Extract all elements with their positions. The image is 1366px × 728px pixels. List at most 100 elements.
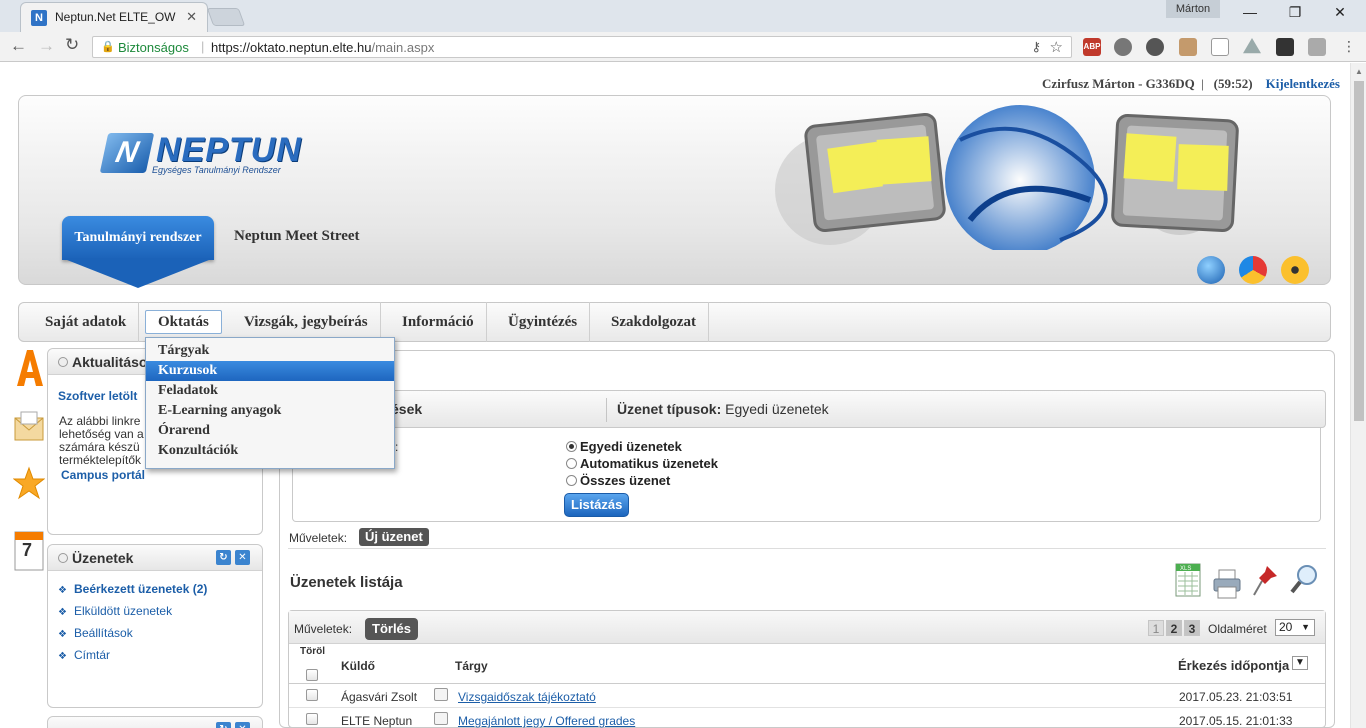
- page-3[interactable]: 3: [1184, 620, 1200, 636]
- chevron-down-icon: ▼: [1301, 622, 1310, 632]
- row-checkbox[interactable]: [306, 689, 318, 701]
- color-theme-icon[interactable]: [1239, 256, 1267, 284]
- campus-portal-link[interactable]: Campus portál: [61, 468, 145, 482]
- url-text: https://oktato.neptun.elte.hu/main.aspx: [211, 40, 435, 55]
- col-sender-header[interactable]: Küldő: [341, 659, 375, 673]
- col-received-header[interactable]: Érkezés időpontja: [1178, 658, 1289, 673]
- list-button[interactable]: Listázás: [564, 493, 629, 517]
- settings-link[interactable]: ❖ Beállítások: [58, 626, 133, 640]
- row-checkbox[interactable]: [306, 713, 318, 725]
- page-1[interactable]: 1: [1148, 620, 1164, 636]
- column-sort-icon[interactable]: ▼: [1292, 656, 1308, 670]
- message-icon: [434, 712, 448, 725]
- messages-panel-title: Üzenetek: [72, 550, 134, 566]
- calendar-icon[interactable]: 7: [13, 528, 45, 571]
- document-extension-icon[interactable]: [1211, 38, 1229, 56]
- filter-divider: [606, 398, 607, 422]
- menu-item-sajat-adatok[interactable]: Saját adatok: [33, 302, 140, 342]
- col-subject-header[interactable]: Tárgy: [455, 659, 488, 673]
- menu-item-vizsgak[interactable]: Vizsgák, jegybeírás: [232, 302, 381, 342]
- inbox-link[interactable]: ❖ Beérkezett üzenetek (2): [58, 582, 207, 596]
- page-size-select[interactable]: 20 ▼: [1275, 619, 1315, 636]
- puzzle-extension-icon[interactable]: [1308, 38, 1326, 56]
- directory-link[interactable]: ❖ Címtár: [58, 648, 110, 662]
- delete-button[interactable]: Törlés: [365, 618, 419, 640]
- dropdown-item-feladatok[interactable]: Feladatok: [146, 381, 394, 401]
- dropdown-item-orarend[interactable]: Órarend: [146, 421, 394, 441]
- print-icon[interactable]: [1212, 562, 1242, 600]
- chrome-menu-icon[interactable]: ⋮: [1342, 38, 1356, 55]
- menu-item-informacio[interactable]: Információ: [390, 302, 487, 342]
- user-info-line: Czirfusz Márton - G336DQ | (59:52) Kijel…: [1042, 76, 1340, 92]
- row-received: 2017.05.23. 21:03:51: [1179, 690, 1293, 704]
- favorites-star-icon[interactable]: [12, 466, 46, 502]
- software-download-link[interactable]: Szoftver letölt: [58, 389, 137, 403]
- list-actions-label: Műveletek:: [294, 622, 353, 636]
- search-magnifier-icon[interactable]: [1290, 562, 1320, 600]
- refresh-icon[interactable]: ↻: [216, 550, 231, 565]
- radio-checked-icon: [566, 441, 577, 452]
- browser-tab[interactable]: N Neptun.Net ELTE_OW ✕: [20, 2, 208, 32]
- pin-icon[interactable]: [1251, 562, 1281, 600]
- panel-close-icon[interactable]: ✕: [235, 550, 250, 565]
- excel-export-icon[interactable]: XLS: [1174, 562, 1204, 600]
- envelope-icon[interactable]: [13, 408, 45, 444]
- dropdown-item-kurzusok[interactable]: Kurzusok: [146, 361, 394, 381]
- bookmark-star-icon[interactable]: ☆: [1050, 38, 1063, 56]
- new-message-button[interactable]: Új üzenet: [359, 528, 429, 546]
- menu-item-ugyintezes[interactable]: Ügyintézés: [496, 302, 591, 342]
- refresh-icon[interactable]: ↻: [216, 722, 231, 728]
- dropdown-item-elearning[interactable]: E-Learning anyagok: [146, 401, 394, 421]
- page-scrollbar[interactable]: ▲: [1350, 63, 1366, 728]
- diamond-bullet-icon: ❖: [58, 607, 67, 618]
- filter-header[interactable]: zűrések Üzenet típusok: Egyedi üzenetek: [292, 390, 1326, 428]
- message-icon: [434, 688, 448, 701]
- reload-icon[interactable]: ↻: [65, 35, 79, 55]
- row-subject-link[interactable]: Vizsgaidőszak tájékoztató: [458, 690, 596, 704]
- lock-icon: 🔒: [101, 41, 115, 53]
- accessibility-icon[interactable]: [1281, 256, 1309, 284]
- key-icon[interactable]: ⚷: [1031, 39, 1041, 55]
- panel-close-icon[interactable]: ✕: [235, 722, 250, 728]
- address-bar[interactable]: 🔒 Biztonságos | https://oktato.neptun.el…: [92, 36, 1072, 58]
- dropdown-item-targyak[interactable]: Tárgyak: [146, 341, 394, 361]
- sync-extension-icon[interactable]: [1146, 38, 1164, 56]
- page-2[interactable]: 2: [1166, 620, 1182, 636]
- news-a-icon[interactable]: [13, 348, 45, 386]
- window-close-icon[interactable]: ✕: [1328, 4, 1352, 21]
- radio-automatikus[interactable]: Automatikus üzenetek: [566, 456, 718, 471]
- radio-unchecked-icon: [566, 475, 577, 486]
- messages-panel-header: Üzenetek ↻ ✕: [48, 545, 262, 571]
- globe-icon[interactable]: [1197, 256, 1225, 284]
- forward-icon[interactable]: →: [38, 36, 55, 56]
- security-label: Biztonságos: [118, 40, 189, 55]
- messages-panel: Üzenetek ↻ ✕ ❖ Beérkezett üzenetek (2) ❖ E…: [47, 544, 263, 708]
- row-sender: Ágasvári Zsolt: [341, 690, 418, 704]
- menu-item-szakdolgozat[interactable]: Szakdolgozat: [599, 302, 710, 342]
- panel-bullet-icon: [58, 357, 68, 367]
- diamond-bullet-icon: ❖: [58, 651, 67, 662]
- new-tab-button[interactable]: [206, 8, 246, 26]
- dropdown-item-konzultaciok[interactable]: Konzultációk: [146, 441, 394, 461]
- logout-link[interactable]: Kijelentkezés: [1266, 76, 1340, 91]
- user-name: Czirfusz Márton - G336DQ: [1042, 76, 1195, 91]
- radio-osszes[interactable]: Összes üzenet: [566, 473, 670, 488]
- oktatas-dropdown-menu: Tárgyak Kurzusok Feladatok E-Learning an…: [145, 337, 395, 469]
- minimize-icon[interactable]: —: [1238, 4, 1262, 20]
- select-all-checkbox[interactable]: [306, 669, 318, 681]
- browser-user-badge[interactable]: Márton: [1166, 0, 1220, 18]
- maximize-icon[interactable]: ❐: [1283, 4, 1307, 21]
- radio-egyedi[interactable]: Egyedi üzenetek: [566, 439, 682, 454]
- row-subject-link[interactable]: Megajánlott jegy / Offered grades: [458, 714, 635, 728]
- globe-extension-icon[interactable]: [1114, 38, 1132, 56]
- adblock-icon[interactable]: ABP: [1083, 38, 1101, 56]
- menu-item-oktatas[interactable]: Oktatás: [145, 310, 222, 334]
- meet-street-link[interactable]: Neptun Meet Street: [234, 228, 360, 245]
- tab-close-icon[interactable]: ✕: [186, 9, 197, 25]
- divider: [288, 548, 1326, 549]
- person-extension-icon[interactable]: [1179, 38, 1197, 56]
- back-icon[interactable]: ←: [10, 36, 27, 56]
- cat-extension-icon[interactable]: [1276, 38, 1294, 56]
- system-tab[interactable]: Tanulmányi rendszer: [62, 216, 214, 260]
- sent-messages-link[interactable]: ❖ Elküldött üzenetek: [58, 604, 172, 618]
